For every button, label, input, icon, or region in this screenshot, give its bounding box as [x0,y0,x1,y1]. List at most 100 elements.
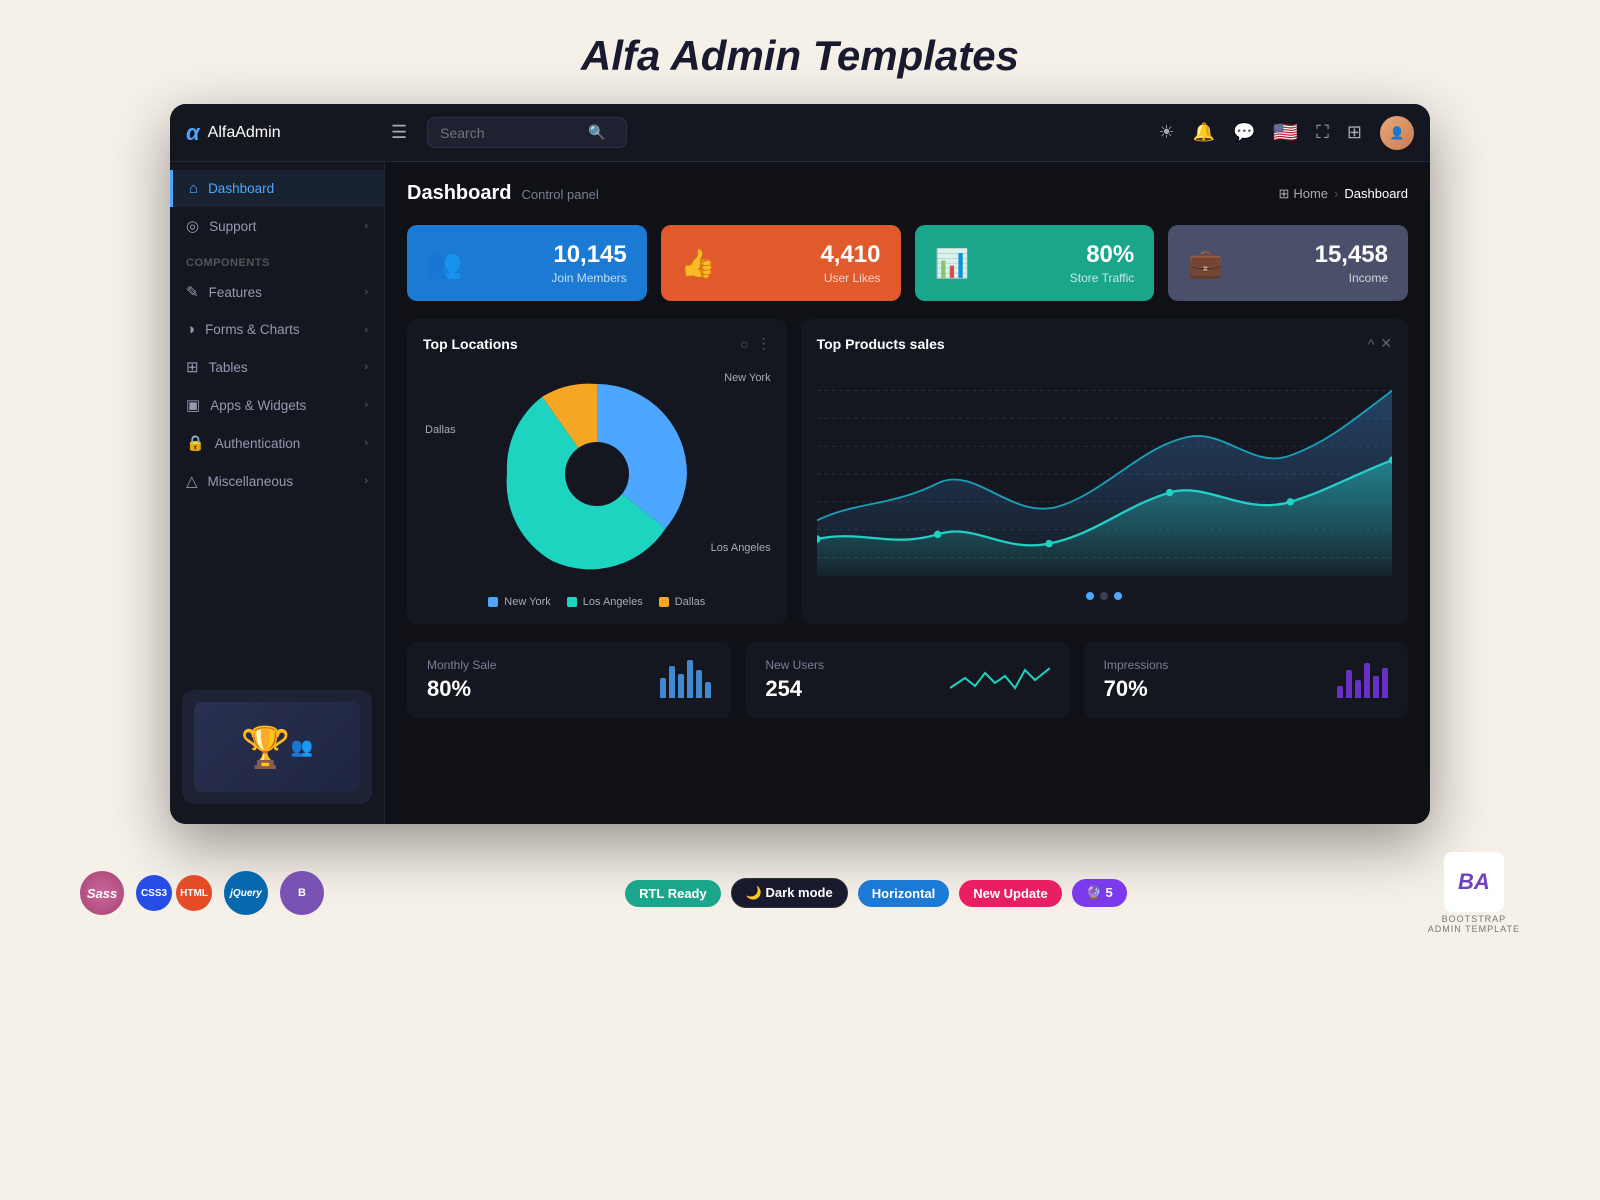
chart-pagination-dot-2[interactable] [1100,592,1108,600]
html-css-row: CSS3 HTML [136,875,212,911]
tech-logos: Sass CSS3 HTML jQuery B [80,871,324,915]
bell-icon[interactable]: 🔔 [1193,122,1215,143]
legend-item-dallas: Dallas [659,596,706,608]
avatar[interactable]: 👤 [1380,116,1414,150]
auth-icon: 🔒 [186,434,205,452]
top-locations-title: Top Locations [423,336,518,352]
fullscreen-icon[interactable]: ⛶ [1316,122,1329,143]
bootstrap-icon-small: B [280,871,324,915]
top-products-close-button[interactable]: ✕ [1380,335,1392,352]
search-icon: 🔍 [588,124,605,141]
sidebar-item-support[interactable]: ◎ Support › [170,207,384,245]
badges-group: RTL Ready 🌙 Dark mode Horizontal New Upd… [625,878,1127,908]
chat-icon[interactable]: 💬 [1233,122,1255,143]
stat-card-store-traffic: 📊 80% Store Traffic [915,225,1155,301]
version-5-badge[interactable]: 🔮 5 [1072,879,1127,907]
top-locations-menu-button[interactable]: ⋮ [757,335,771,352]
stat-label-join-members: Join Members [551,271,626,285]
content-subtitle: Control panel [521,187,598,202]
mini-bar-imp-5 [1373,676,1379,698]
store-traffic-icon: 📊 [935,247,970,280]
horizontal-badge[interactable]: Horizontal [858,880,950,907]
top-products-collapse-button[interactable]: ^ [1368,336,1375,352]
chart-pagination-dot-1[interactable] [1086,592,1094,600]
new-update-badge[interactable]: New Update [959,880,1061,907]
stat-label-user-likes: User Likes [820,271,880,285]
mini-stat-new-users: New Users 254 [745,642,1069,718]
search-input[interactable] [440,125,580,141]
bootstrap-label: BOOTSTRAP ADMIN TEMPLATE [1428,914,1520,934]
stat-value-join-members: 10,145 [551,241,626,269]
rtl-ready-badge[interactable]: RTL Ready [625,880,721,907]
mini-bars-chart-impressions [1337,658,1388,698]
legend-item-newyork: New York [488,596,550,608]
sidebar-item-miscellaneous[interactable]: △ Miscellaneous › [170,462,384,500]
mini-line-chart-new-users [950,658,1050,698]
stat-card-join-members: 👥 10,145 Join Members [407,225,647,301]
top-locations-controls: ○ ⋮ [740,335,770,352]
chart-dot-1 [934,531,941,538]
apps-icon: ▣ [186,396,200,414]
sidebar-item-apps-widgets[interactable]: ▣ Apps & Widgets › [170,386,384,424]
top-locations-header: Top Locations ○ ⋮ [423,335,771,352]
dark-mode-badge[interactable]: 🌙 Dark mode [731,878,848,908]
content-title-group: Dashboard Control panel [407,182,599,205]
tables-icon: ⊞ [186,358,199,376]
page-title: Alfa Admin Templates [0,0,1600,104]
logo-alpha-icon: α [186,120,200,146]
settings-icon[interactable]: ⊞ [1347,122,1362,143]
sidebar-item-forms-charts[interactable]: ◑ Forms & Charts › [170,311,384,348]
sidebar-label-support: Support [209,219,256,234]
mini-bar-1 [660,678,666,698]
pie-label-dallas: Dallas [425,424,456,436]
top-locations-refresh-button[interactable]: ○ [740,336,748,352]
top-products-card: Top Products sales ^ ✕ [801,319,1408,624]
mini-bar-imp-2 [1346,670,1352,698]
support-icon: ◎ [186,217,199,235]
mini-stat-value-monthly-sale: 80% [427,676,496,702]
line-chart-area [817,364,1392,584]
content-title: Dashboard [407,182,511,205]
legend-item-losangeles: Los Angeles [567,596,643,608]
logo-light: Admin [235,124,280,141]
stat-cards: 👥 10,145 Join Members 👍 4,410 User Likes… [407,225,1408,301]
mini-bar-imp-3 [1355,680,1361,698]
mini-bar-imp-6 [1382,668,1388,698]
bootstrap-logo: BA BOOTSTRAP ADMIN TEMPLATE [1428,852,1520,934]
mini-bar-3 [678,674,684,698]
breadcrumb-home-link[interactable]: ⊞ Home [1278,186,1328,202]
sidebar: ⌂ Dashboard ◎ Support › Components ✎ Fea… [170,162,385,824]
navbar: α AlfaAdmin ☰ 🔍 ☀ 🔔 💬 🇺🇸 ⛶ ⊞ 👤 [170,104,1430,162]
pie-chart-container: New York Los Angeles Dallas [423,364,771,584]
dashboard-icon: ⌂ [189,180,198,197]
sidebar-item-dashboard[interactable]: ⌂ Dashboard [170,170,384,207]
mini-bar-imp-1 [1337,686,1343,698]
chart-dot-4 [1286,498,1293,505]
stat-label-store-traffic: Store Traffic [1070,271,1134,285]
jquery-icon: jQuery [224,871,268,915]
mini-bar-6 [705,682,711,698]
chart-dot-3 [1166,489,1173,496]
html5-icon: HTML [176,875,212,911]
mini-bar-4 [687,660,693,698]
sidebar-label-apps-widgets: Apps & Widgets [210,398,306,413]
stat-card-income: 💼 15,458 Income [1168,225,1408,301]
sidebar-item-tables[interactable]: ⊞ Tables › [170,348,384,386]
sidebar-item-authentication[interactable]: 🔒 Authentication › [170,424,384,462]
legend-label-dallas: Dallas [675,596,706,608]
legend-label-losangeles: Los Angeles [583,596,643,608]
main-layout: ⌂ Dashboard ◎ Support › Components ✎ Fea… [170,162,1430,824]
chart-pagination-dot-3[interactable] [1114,592,1122,600]
legend-label-newyork: New York [504,596,550,608]
top-products-header: Top Products sales ^ ✕ [817,335,1392,352]
pie-center-circle [565,442,629,506]
sidebar-label-tables: Tables [209,360,248,375]
hamburger-button[interactable]: ☰ [387,118,411,147]
flag-icon[interactable]: 🇺🇸 [1273,120,1298,145]
sidebar-item-features[interactable]: ✎ Features › [170,273,384,311]
mini-stat-monthly-sale: Monthly Sale 80% [407,642,731,718]
mini-bars-chart [660,658,711,698]
theme-toggle-icon[interactable]: ☀ [1158,122,1174,143]
content-header: Dashboard Control panel ⊞ Home › Dashboa… [407,182,1408,205]
chevron-right-icon: › [364,475,368,487]
